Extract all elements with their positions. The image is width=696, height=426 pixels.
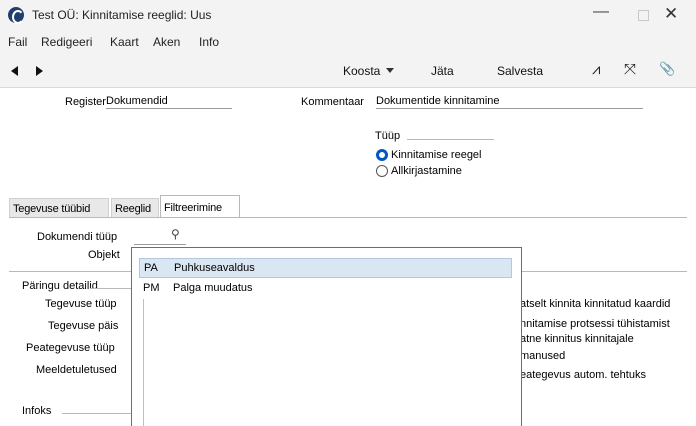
expand-icon[interactable]: ⤧ xyxy=(624,61,636,78)
register-label: Register xyxy=(65,96,106,108)
check-label-kinnita-kaardid[interactable]: atselt kinnita kinnitatud kaardid xyxy=(520,298,670,310)
forward-arrow-icon[interactable] xyxy=(36,66,43,76)
maximize-button[interactable] xyxy=(638,10,649,21)
menu-aken[interactable]: Aken xyxy=(153,35,180,49)
list-item[interactable]: PM Palga muudatus xyxy=(139,279,512,299)
search-icon[interactable]: ⚲ xyxy=(171,227,180,241)
app-logo-icon xyxy=(8,7,24,24)
koosta-button[interactable]: Koosta xyxy=(343,64,395,78)
menu-kaart[interactable]: Kaart xyxy=(110,35,139,49)
paringu-top-divider xyxy=(9,271,131,272)
objekt-label: Objekt xyxy=(88,249,120,261)
menu-info[interactable]: Info xyxy=(199,35,219,49)
tegevuse-tyyp-label: Tegevuse tüüp xyxy=(45,298,117,310)
jata-button[interactable]: Jäta xyxy=(431,64,454,78)
attachment-icon[interactable]: 📎 xyxy=(659,61,675,77)
menu-bar: Fail Redigeeri Kaart Aken Info xyxy=(0,30,696,54)
tab-baseline xyxy=(9,217,687,218)
paringu-section-line xyxy=(90,288,131,289)
check-label-peategevus-tehtuks[interactable]: eategevus autom. tehtuks xyxy=(520,369,646,381)
list-item-name: Palga muudatus xyxy=(173,282,253,294)
paringu-detailid-label: Päringu detailid xyxy=(22,280,98,292)
tab-filtreerimine[interactable]: Filtreerimine xyxy=(160,195,240,218)
menu-redigeeri[interactable]: Redigeeri xyxy=(41,35,92,49)
tab-tegevuse-tyybid[interactable]: Tegevuse tüübid xyxy=(9,198,109,218)
salvesta-button[interactable]: Salvesta xyxy=(497,64,543,78)
radio-allkirjastamine[interactable] xyxy=(376,165,388,177)
minimize-button[interactable]: — xyxy=(593,3,609,21)
infoks-label: Infoks xyxy=(22,405,52,417)
close-button[interactable]: ✕ xyxy=(664,4,678,24)
check-label-kinnitus-kinnitajale[interactable]: atne kinnitus kinnitajale xyxy=(520,333,634,345)
list-column-divider xyxy=(143,299,144,426)
radio-kinnitamise-reegel[interactable] xyxy=(376,149,388,161)
meeldetuletused-label: Meeldetuletused xyxy=(36,364,117,376)
infoks-section-line xyxy=(62,413,131,414)
list-item[interactable]: PA Puhkuseavaldus xyxy=(139,258,512,278)
check-label-tyhistamine[interactable]: nnitamise protsessi tühistamist xyxy=(520,318,670,330)
chevron-down-icon xyxy=(386,68,395,73)
radio-label-kinnitamise-reegel: Kinnitamise reegel xyxy=(391,149,482,161)
toolbar: Koosta Jäta Salvesta ⩘ ⤧ 📎 xyxy=(0,54,696,88)
list-item-name: Puhkuseavaldus xyxy=(174,262,255,274)
activity-icon[interactable]: ⩘ xyxy=(592,61,600,78)
list-item-code: PA xyxy=(144,262,158,274)
check-label-manused[interactable]: manused xyxy=(520,350,565,362)
tab-reeglid[interactable]: Reeglid xyxy=(111,198,159,218)
objekt-dropdown-list[interactable]: PA Puhkuseavaldus PM Palga muudatus xyxy=(131,247,522,426)
title-bar: Test OÜ: Kinnitamise reeglid: Uus — ✕ xyxy=(0,0,696,30)
tyyp-divider xyxy=(407,139,494,140)
kommentaar-label: Kommentaar xyxy=(301,96,364,108)
register-field[interactable]: Dokumendid xyxy=(106,95,232,109)
tegevuse-pais-label: Tegevuse päis xyxy=(48,320,119,332)
window-title: Test OÜ: Kinnitamise reeglid: Uus xyxy=(32,8,212,22)
menu-fail[interactable]: Fail xyxy=(8,35,27,49)
paringu-top-divider-right xyxy=(522,271,687,272)
tyyp-label: Tüüp xyxy=(375,130,401,142)
list-item-code: PM xyxy=(143,282,160,294)
kommentaar-field[interactable]: Dokumentide kinnitamine xyxy=(376,95,643,109)
peategevuse-tyyp-label: Peategevuse tüüp xyxy=(26,342,115,354)
radio-label-allkirjastamine: Allkirjastamine xyxy=(391,165,462,177)
dokumendi-tyyp-label: Dokumendi tüüp xyxy=(37,231,118,243)
koosta-label: Koosta xyxy=(343,64,381,78)
back-arrow-icon[interactable] xyxy=(11,66,18,76)
